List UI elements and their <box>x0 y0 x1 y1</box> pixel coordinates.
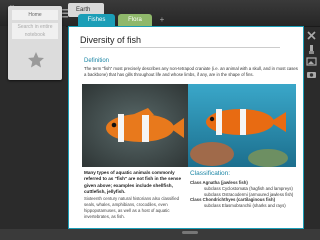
home-link[interactable]: Home <box>12 10 58 20</box>
close-icon[interactable] <box>306 30 317 41</box>
notebook-search-input[interactable]: Search in entire notebook <box>12 23 58 39</box>
tab-flora[interactable]: Flora <box>118 14 152 26</box>
definition-heading: Definition <box>84 58 110 64</box>
star-icon[interactable] <box>26 50 46 70</box>
image-icon[interactable] <box>306 56 317 67</box>
classification-heading: Classification: <box>190 170 231 177</box>
list-item: subclass Cyclostomata (hagfish and lampr… <box>204 185 293 191</box>
brush-icon[interactable] <box>306 44 317 55</box>
many-types-paragraph: Many types of aquatic animals commonly r… <box>84 170 182 195</box>
bottom-bar <box>0 229 320 240</box>
definition-text: The term "fish" most precisely describes… <box>84 66 298 77</box>
classification-list: Class Agnatha (jawless fish) subclass Cy… <box>190 180 302 209</box>
camera-icon[interactable] <box>306 69 317 80</box>
list-item: subclass Elasmobranchii (sharks and rays… <box>204 203 286 209</box>
add-tab-button[interactable]: + <box>157 14 167 26</box>
history-paragraph: Sixteenth century natural historians als… <box>84 196 180 219</box>
page-title[interactable]: Diversity of fish <box>80 33 280 48</box>
drag-handle[interactable] <box>182 231 198 234</box>
clownfish-photo-left[interactable] <box>82 84 190 167</box>
notebook-card[interactable]: Home Search in entire notebook <box>8 6 62 80</box>
section-tabs: Fishes Flora + <box>66 14 320 26</box>
tab-fishes[interactable]: Fishes <box>78 14 115 26</box>
clownfish-photo-right[interactable] <box>188 84 296 167</box>
